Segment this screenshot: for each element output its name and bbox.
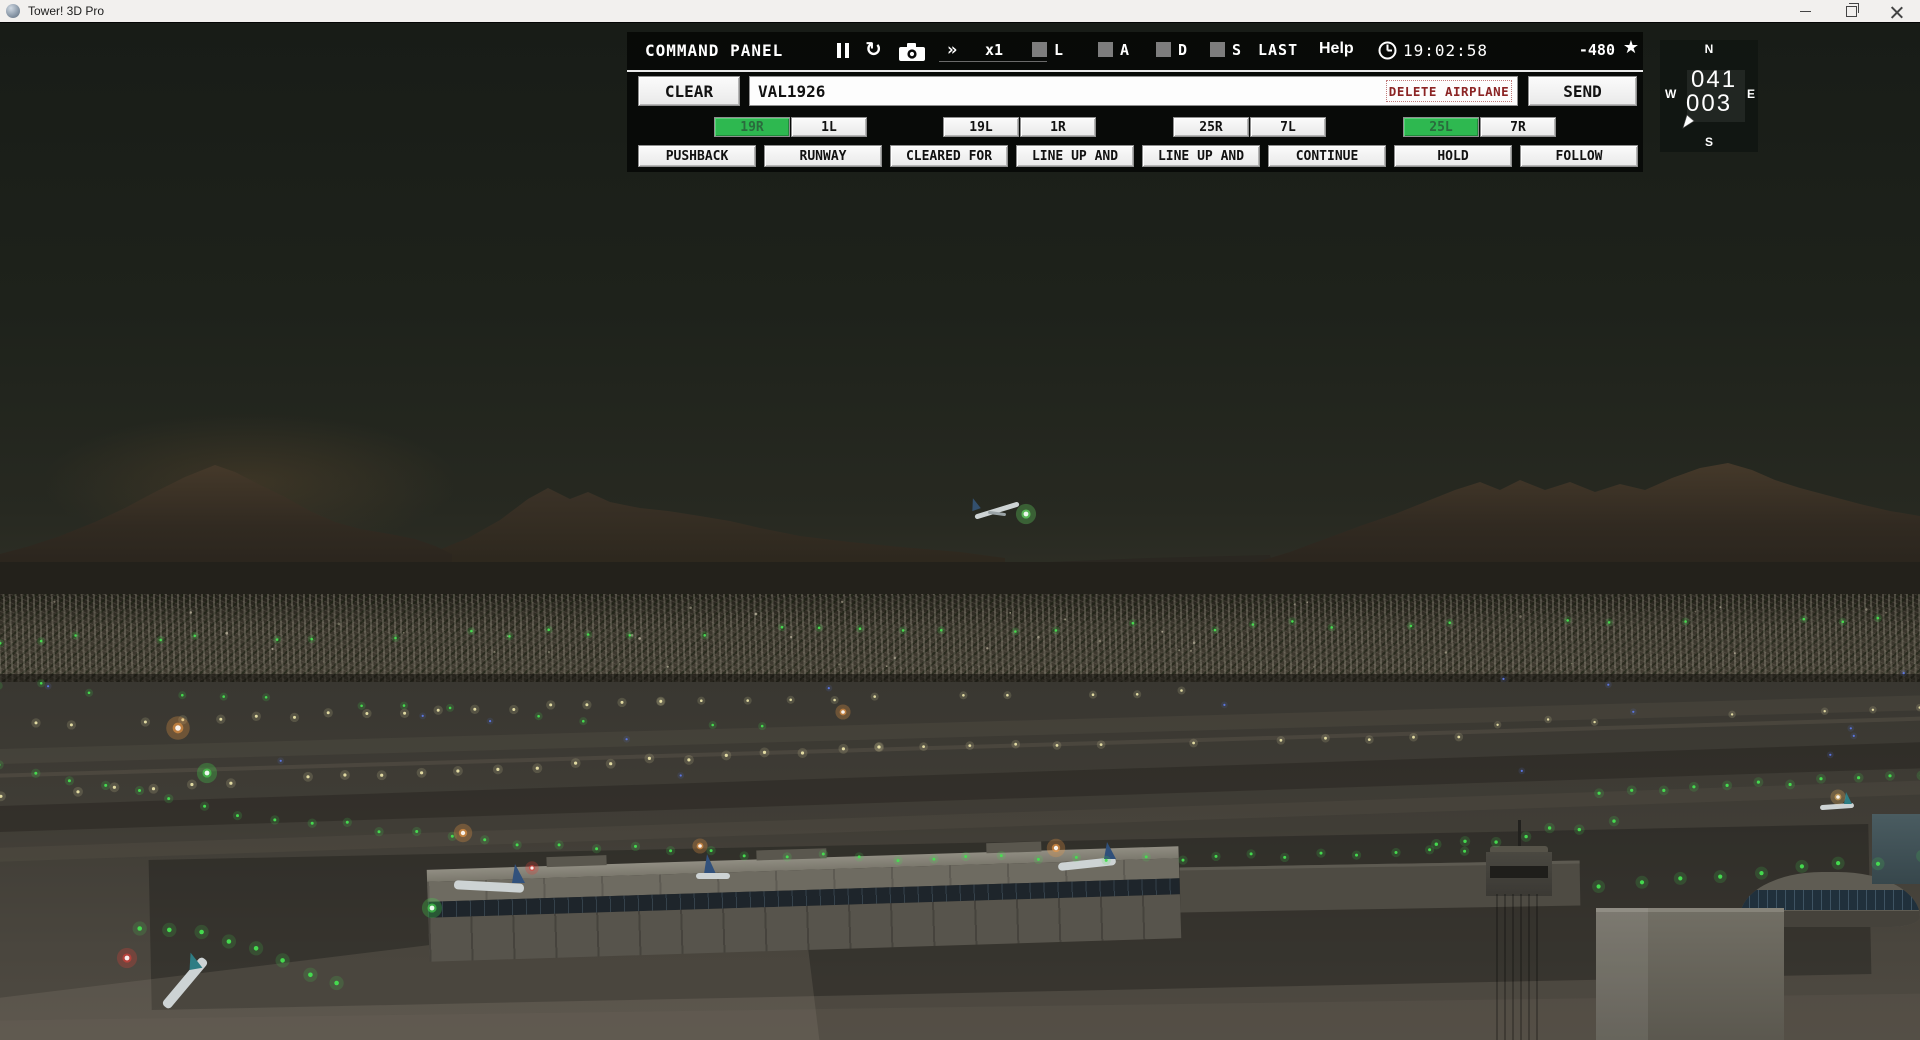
- app-icon: [6, 4, 20, 18]
- speed-chevrons-button[interactable]: »: [947, 40, 957, 60]
- continue-button[interactable]: CONTINUE: [1268, 145, 1386, 167]
- compass-north-label: N: [1660, 42, 1758, 56]
- send-button[interactable]: SEND: [1528, 76, 1637, 106]
- close-icon: [1891, 5, 1903, 17]
- pause-button[interactable]: [837, 43, 849, 58]
- toggle-departure-label: D: [1178, 41, 1187, 59]
- compass-west-label: W: [1665, 87, 1676, 101]
- window-title: Tower! 3D Pro: [28, 4, 104, 18]
- score-star-icon: ★: [1623, 37, 1639, 58]
- sim-speed-value[interactable]: x1: [985, 41, 1003, 59]
- toggle-landing-checkbox[interactable]: [1032, 42, 1047, 57]
- command-panel: COMMAND PANEL ↻ » x1 L A D S LAST Help 1…: [627, 32, 1643, 172]
- runway-button-19r[interactable]: 19R: [714, 117, 790, 137]
- runway-button-1r[interactable]: 1R: [1020, 117, 1096, 137]
- line-up-and-button[interactable]: LINE UP AND: [1016, 145, 1134, 167]
- command-panel-title: COMMAND PANEL: [645, 41, 783, 60]
- runway-button-7r[interactable]: 7R: [1480, 117, 1556, 137]
- camera-icon[interactable]: [899, 43, 925, 65]
- last-command-button[interactable]: LAST: [1258, 41, 1298, 59]
- runway-button-7l[interactable]: 7L: [1250, 117, 1326, 137]
- cleared-for-button[interactable]: CLEARED FOR: [890, 145, 1008, 167]
- airfield-lights: [0, 22, 1920, 1040]
- follow-button[interactable]: FOLLOW: [1520, 145, 1638, 167]
- refresh-icon[interactable]: ↻: [865, 37, 882, 61]
- toggle-departure-checkbox[interactable]: [1156, 42, 1171, 57]
- airport-3d-view: [0, 22, 1920, 1040]
- speed-underline: [939, 61, 1047, 62]
- toggle-strips-label: S: [1232, 41, 1241, 59]
- line-up-and-button-2[interactable]: LINE UP AND: [1142, 145, 1260, 167]
- runway-button[interactable]: RUNWAY: [764, 145, 882, 167]
- panel-separator: [627, 70, 1643, 72]
- compass-east-label: E: [1747, 87, 1755, 101]
- runway-button-25r[interactable]: 25R: [1173, 117, 1249, 137]
- delete-airplane-button[interactable]: DELETE AIRPLANE: [1386, 80, 1512, 102]
- restore-button[interactable]: [1828, 0, 1874, 22]
- restore-icon: [1846, 6, 1857, 17]
- pushback-button[interactable]: PUSHBACK: [638, 145, 756, 167]
- compass-south-label: S: [1660, 135, 1758, 149]
- clear-button[interactable]: CLEAR: [638, 76, 740, 106]
- toggle-arrival-checkbox[interactable]: [1098, 42, 1113, 57]
- help-button[interactable]: Help: [1319, 40, 1354, 58]
- toggle-arrival-label: A: [1120, 41, 1129, 59]
- sim-time: 19:02:58: [1403, 41, 1488, 60]
- close-button[interactable]: [1874, 0, 1920, 22]
- toggle-landing-label: L: [1054, 41, 1063, 59]
- clock-icon: [1377, 40, 1398, 65]
- runway-button-25l[interactable]: 25L: [1403, 117, 1479, 137]
- toggle-strips-checkbox[interactable]: [1210, 42, 1225, 57]
- compass-cursor-arrow: [1681, 112, 1699, 134]
- command-input-wrap: DELETE AIRPLANE: [749, 76, 1518, 106]
- hold-button[interactable]: HOLD: [1394, 145, 1512, 167]
- score-value: -480: [1579, 41, 1615, 59]
- minimize-icon: [1800, 11, 1811, 12]
- runway-button-19l[interactable]: 19L: [943, 117, 1019, 137]
- window-titlebar: Tower! 3D Pro: [0, 0, 1920, 23]
- compass-rose[interactable]: N W E S 041 003: [1660, 40, 1758, 152]
- minimize-button[interactable]: [1782, 0, 1828, 22]
- runway-button-1l[interactable]: 1L: [791, 117, 867, 137]
